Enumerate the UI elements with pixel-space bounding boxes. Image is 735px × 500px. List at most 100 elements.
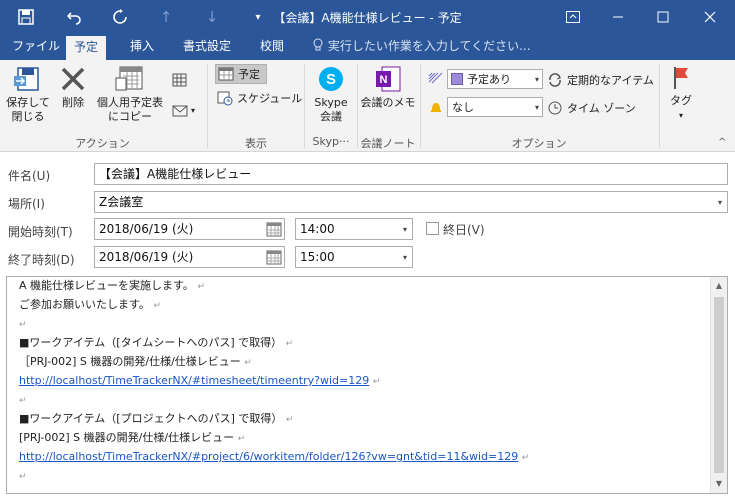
save-close-label-2: 閉じる <box>11 110 45 123</box>
body-line: ご参加お願いいたします。 ↵ <box>19 298 161 311</box>
ribbon-tab-bar: ファイル 予定 挿入 書式設定 校閲 実行したい作業を入力してください... <box>0 34 735 60</box>
arrow-up-icon[interactable]: ↑ <box>156 7 176 27</box>
skype-meeting-button[interactable]: S Skype 会議 <box>307 64 355 124</box>
vertical-scrollbar[interactable]: ▲ ▼ <box>710 277 727 493</box>
ribbon-display-icon[interactable] <box>555 0 591 34</box>
copy-to-calendar-button[interactable]: 個人用予定表 にコピー <box>92 64 168 124</box>
recurrence-button[interactable]: 定期的なアイテム <box>547 70 654 90</box>
end-time-value: 15:00 <box>300 250 335 264</box>
calendar-copy-icon <box>115 66 143 91</box>
body-line: ↵ <box>19 320 27 330</box>
start-time-select[interactable]: 14:00 ▾ <box>295 218 413 240</box>
copy-label-2: にコピー <box>108 110 152 123</box>
end-date-value: 2018/06/19 (火) <box>99 250 194 264</box>
location-input[interactable]: Z会議室 ▾ <box>94 191 728 213</box>
body-line: ↵ <box>19 396 27 406</box>
skype-icon: S <box>319 67 343 91</box>
calendar-icon <box>218 67 234 81</box>
all-day-label: 終日(V) <box>443 223 485 237</box>
schedule-view-button[interactable]: スケジュール <box>217 88 302 108</box>
grid-icon <box>172 73 187 87</box>
undo-icon[interactable] <box>64 7 84 27</box>
show-group-label: 表示 <box>245 137 267 150</box>
recurrence-label: 定期的なアイテム <box>567 74 654 87</box>
tab-format[interactable]: 書式設定 <box>175 34 239 60</box>
subject-input[interactable]: 【会議】A機能仕様レビュー <box>94 163 728 185</box>
scroll-down-icon[interactable]: ▼ <box>713 478 725 490</box>
notes-group-label: 会議ノート <box>360 137 416 150</box>
meeting-notes-button[interactable]: N 会議のメモ <box>360 64 416 110</box>
body-line: ↵ <box>19 472 27 482</box>
tags-label: タグ <box>670 94 692 107</box>
customize-qat-icon[interactable]: ▾ <box>248 7 268 27</box>
tab-appointment[interactable]: 予定 <box>66 36 107 60</box>
body-line: http://localhost/TimeTrackerNX/#project/… <box>19 450 530 463</box>
reminder-select[interactable]: なし ▾ <box>447 97 543 117</box>
body-line: A 機能仕様レビューを実施します。 ↵ <box>19 279 205 292</box>
tell-me-box[interactable]: 実行したい作業を入力してください... <box>312 34 531 60</box>
body-editor[interactable]: A 機能仕様レビューを実施します。 ↵ ご参加お願いいたします。 ↵ ↵ ■ワー… <box>6 276 728 494</box>
save-icon[interactable] <box>16 7 36 27</box>
end-time-label: 終了時刻(D) <box>8 253 75 267</box>
show-as-value: 予定あり <box>467 73 511 86</box>
start-time-value: 14:00 <box>300 222 335 236</box>
save-close-label-1: 保存して <box>6 96 50 109</box>
flag-icon <box>674 67 688 89</box>
scroll-up-icon[interactable]: ▲ <box>713 280 725 292</box>
minimize-icon[interactable] <box>600 0 636 34</box>
project-link[interactable]: http://localhost/TimeTrackerNX/#project/… <box>19 450 518 463</box>
recurrence-icon <box>549 73 561 87</box>
envelope-icon <box>172 105 188 117</box>
location-label: 場所(I) <box>8 197 45 211</box>
chevron-down-icon: ▾ <box>678 111 683 120</box>
maximize-icon[interactable] <box>645 0 681 34</box>
title-bar: ↑ ↓ ▾ 【会議】A機能仕様レビュー - 予定 <box>0 0 735 34</box>
skype-group-label: Skyp··· <box>312 135 350 148</box>
close-icon[interactable] <box>692 0 728 34</box>
save-close-button[interactable]: 保存して 閉じる <box>3 64 53 124</box>
collapse-ribbon-icon[interactable]: ^ <box>718 137 726 148</box>
chevron-down-icon: ▾ <box>402 253 407 262</box>
delete-label: 削除 <box>62 96 84 109</box>
subject-label: 件名(U) <box>8 169 51 183</box>
chevron-down-icon: ▾ <box>191 105 196 115</box>
skype-label-2: 会議 <box>320 110 342 123</box>
show-as-select[interactable]: 予定あり ▾ <box>447 69 543 89</box>
delete-button[interactable]: 削除 <box>55 64 91 110</box>
globe-clock-icon <box>548 101 562 115</box>
body-line: [PRJ-002] S 機器の開発/仕様/仕様レビュー ↵ <box>19 431 246 444</box>
schedule-view-label: スケジュール <box>237 92 303 105</box>
delete-icon <box>61 67 85 91</box>
redo-icon[interactable] <box>110 7 130 27</box>
chevron-down-icon: ▾ <box>402 225 407 234</box>
skype-label-1: Skype <box>314 96 348 109</box>
arrow-down-icon[interactable]: ↓ <box>202 7 222 27</box>
chevron-down-icon[interactable]: ▾ <box>718 193 722 213</box>
body-line: ■ワークアイテム（[プロジェクトへのパス] で取得） ↵ <box>19 412 294 425</box>
end-time-select[interactable]: 15:00 ▾ <box>295 246 413 268</box>
ribbon: 保存して 閉じる 削除 個人用予定表 にコピー ▾ アクション 予定 スケジュー… <box>0 60 735 152</box>
appointment-form: 件名(U) 【会議】A機能仕様レビュー 場所(I) Z会議室 ▾ 開始時刻(T)… <box>0 153 735 500</box>
schedule-icon <box>217 91 233 106</box>
tab-review[interactable]: 校閲 <box>252 34 292 60</box>
body-line: http://localhost/TimeTrackerNX/#timeshee… <box>19 374 381 387</box>
busy-swatch <box>451 73 463 85</box>
tab-insert[interactable]: 挿入 <box>122 34 162 60</box>
group-separator <box>659 64 660 148</box>
body-line: ■ワークアイテム（[タイムシートへのパス] で取得） ↵ <box>19 336 294 349</box>
time-zone-button[interactable]: タイム ゾーン <box>547 98 636 118</box>
options-group-label: オプション <box>511 137 567 150</box>
tags-button[interactable]: タグ ▾ <box>664 64 698 123</box>
calendar-icon <box>266 250 282 265</box>
svg-text:S: S <box>326 71 336 88</box>
meeting-response-button[interactable]: ▾ <box>172 100 195 120</box>
start-date-picker[interactable]: 2018/06/19 (火) <box>94 218 285 240</box>
all-day-checkbox[interactable] <box>426 222 439 235</box>
scroll-thumb[interactable] <box>714 297 724 473</box>
chevron-down-icon: ▾ <box>534 75 539 84</box>
timesheet-link[interactable]: http://localhost/TimeTrackerNX/#timeshee… <box>19 374 369 387</box>
tab-file[interactable]: ファイル <box>4 34 68 60</box>
appointment-view-button[interactable]: 予定 <box>215 64 267 84</box>
end-date-picker[interactable]: 2018/06/19 (火) <box>94 246 285 268</box>
forward-button[interactable] <box>172 70 188 90</box>
